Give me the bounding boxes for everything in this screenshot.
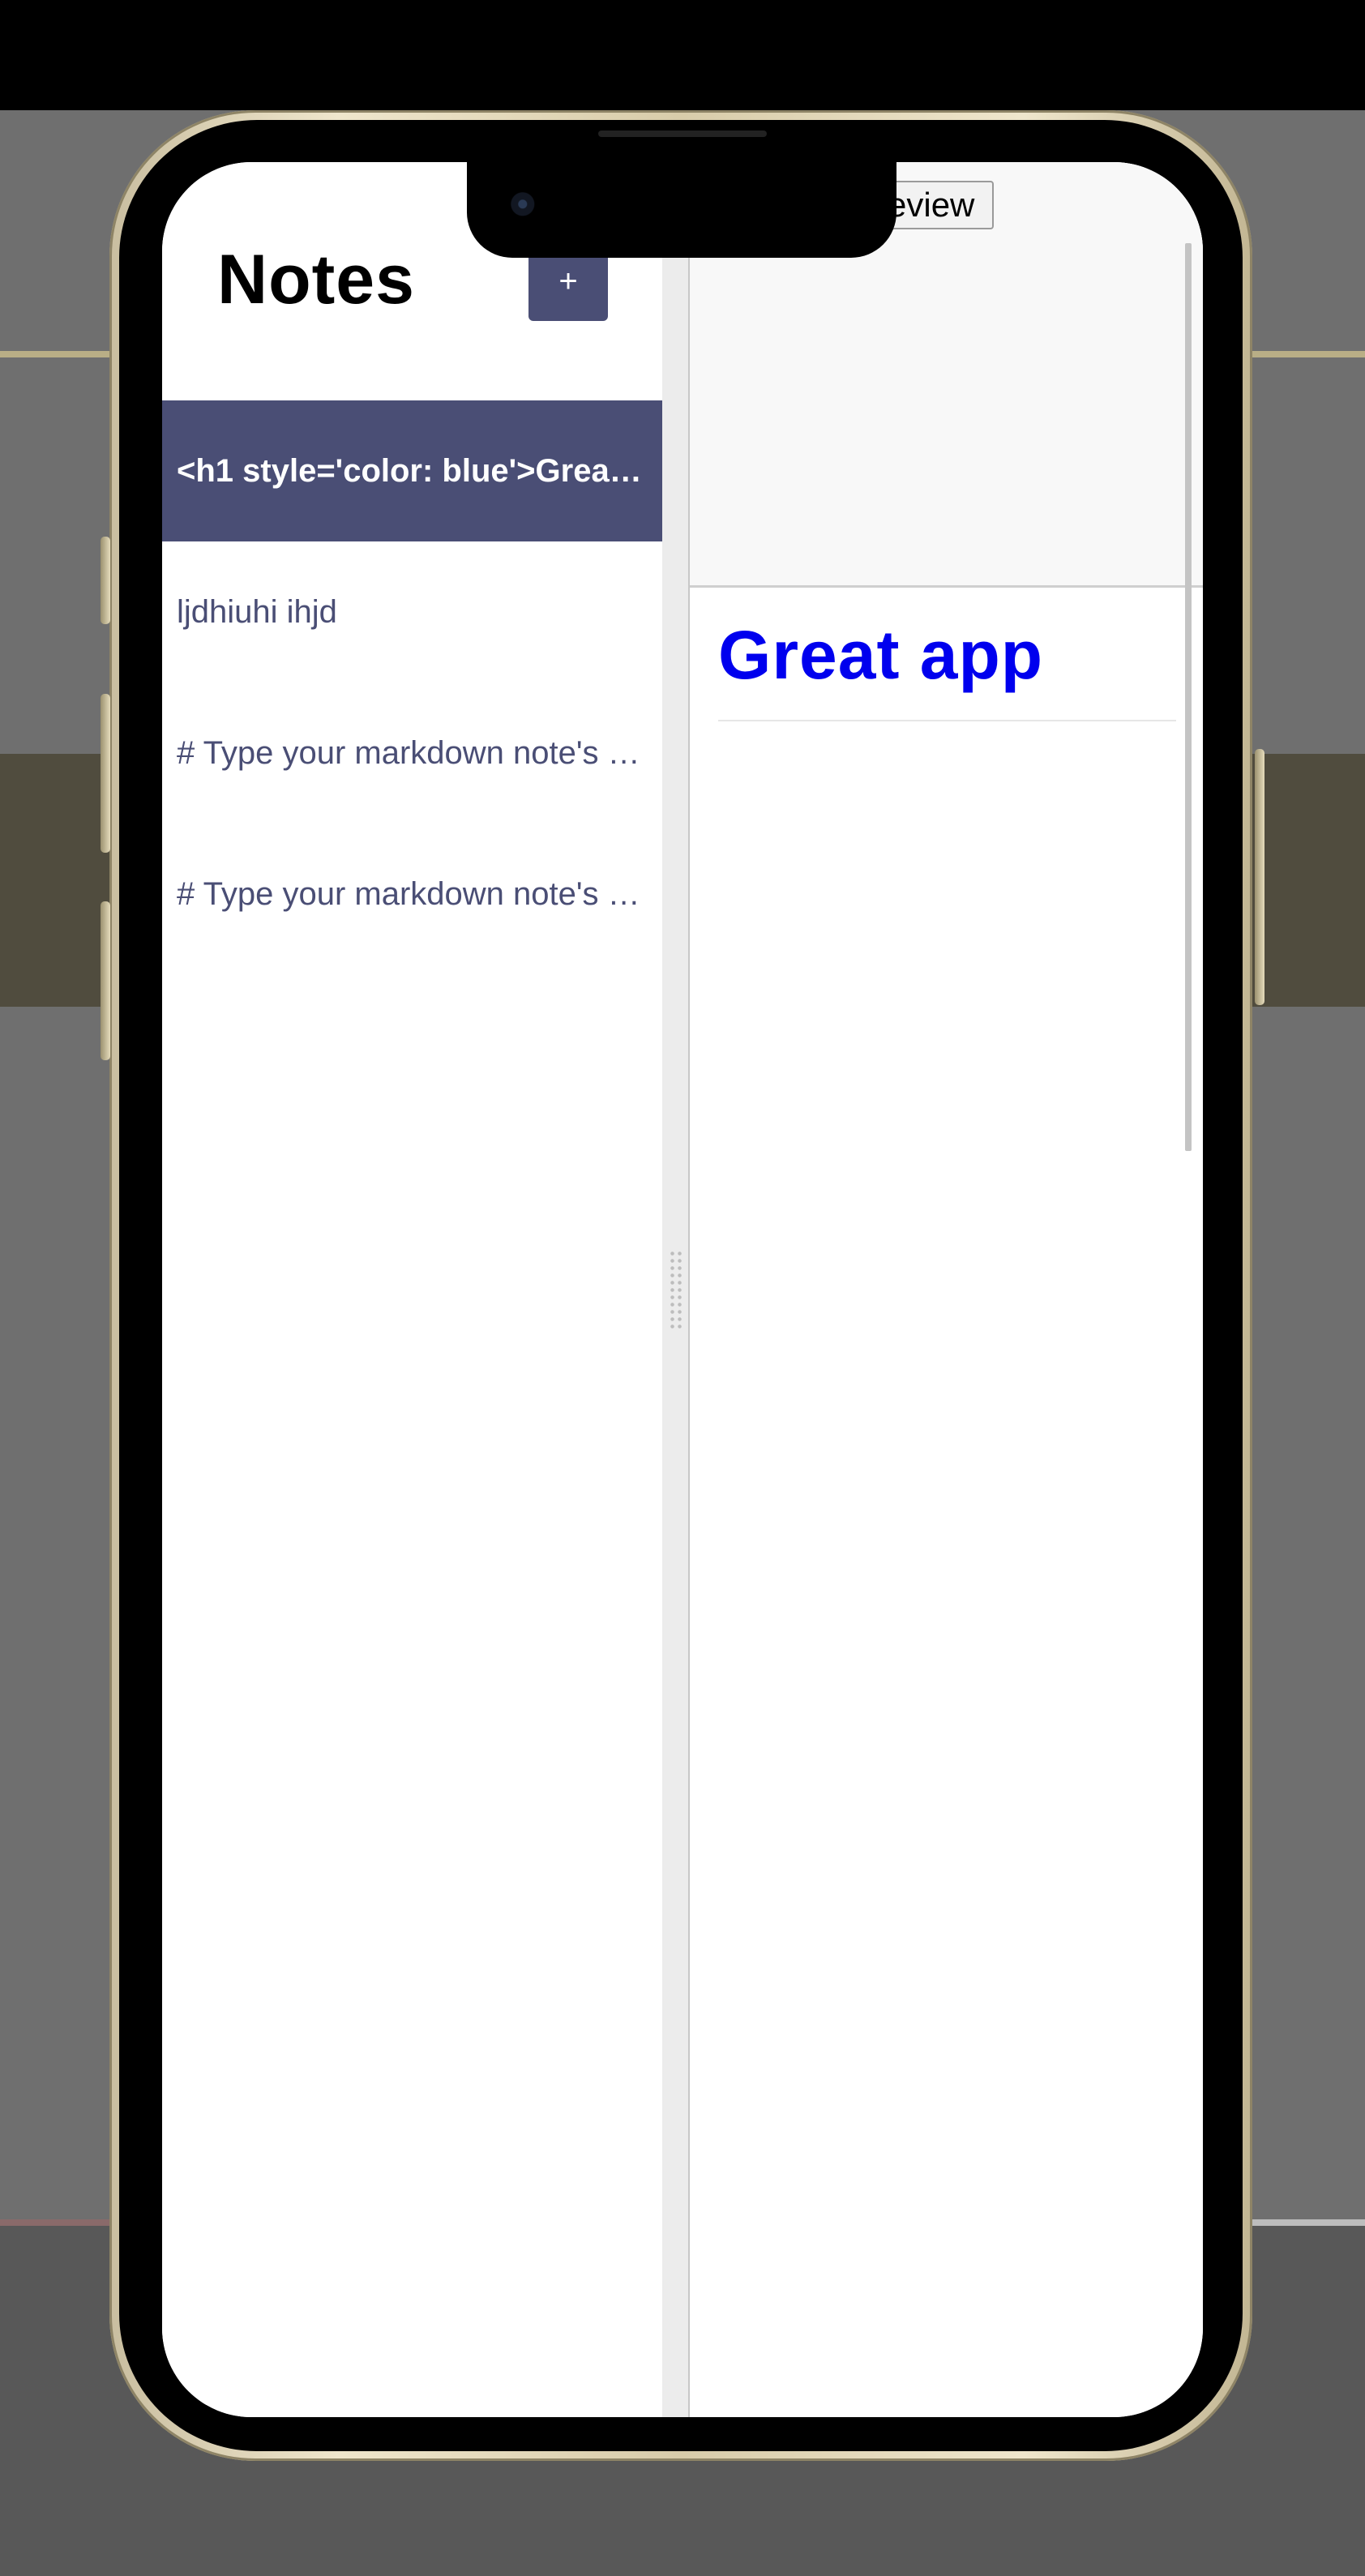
note-item-label: # Type your markdown note's title here <box>177 734 648 771</box>
note-item-label: ljdhiuhi ihjd <box>177 593 337 630</box>
volume-up-button <box>101 694 110 853</box>
sidebar-title: Notes <box>217 241 415 319</box>
note-item[interactable]: # Type your markdown note's title here <box>162 683 662 824</box>
split-gutter[interactable] <box>662 162 690 2417</box>
background-top <box>0 0 1365 110</box>
background-line <box>0 351 113 357</box>
mute-switch <box>101 537 110 624</box>
note-item-label: <h1 style='color: blue'>Great app</h1> <box>177 452 648 489</box>
power-button <box>1255 749 1264 1005</box>
editor-pane: eview Great app <box>690 162 1203 2417</box>
speaker-grille <box>598 131 767 137</box>
background-band-right <box>1252 754 1365 1007</box>
background-line <box>1252 351 1365 357</box>
note-item[interactable]: ljdhiuhi ihjd <box>162 541 662 683</box>
phone-screen: Notes + <h1 style='color: blue'>Great ap… <box>162 162 1203 2417</box>
notes-sidebar: Notes + <h1 style='color: blue'>Great ap… <box>162 162 662 2417</box>
heading-divider <box>718 720 1176 721</box>
note-item-label: # Type your markdown note's title here <box>177 875 648 912</box>
background-line <box>0 2219 113 2226</box>
drag-handle-icon[interactable] <box>669 1250 683 1331</box>
background-line <box>1252 2219 1365 2226</box>
note-list: <h1 style='color: blue'>Great app</h1> l… <box>162 400 662 965</box>
note-item[interactable]: # Type your markdown note's title here <box>162 824 662 965</box>
scrollbar[interactable] <box>1185 243 1192 1151</box>
volume-down-button <box>101 901 110 1060</box>
camera-icon <box>507 188 536 217</box>
note-item[interactable]: <h1 style='color: blue'>Great app</h1> <box>162 400 662 541</box>
preview-heading: Great app <box>718 617 1044 693</box>
